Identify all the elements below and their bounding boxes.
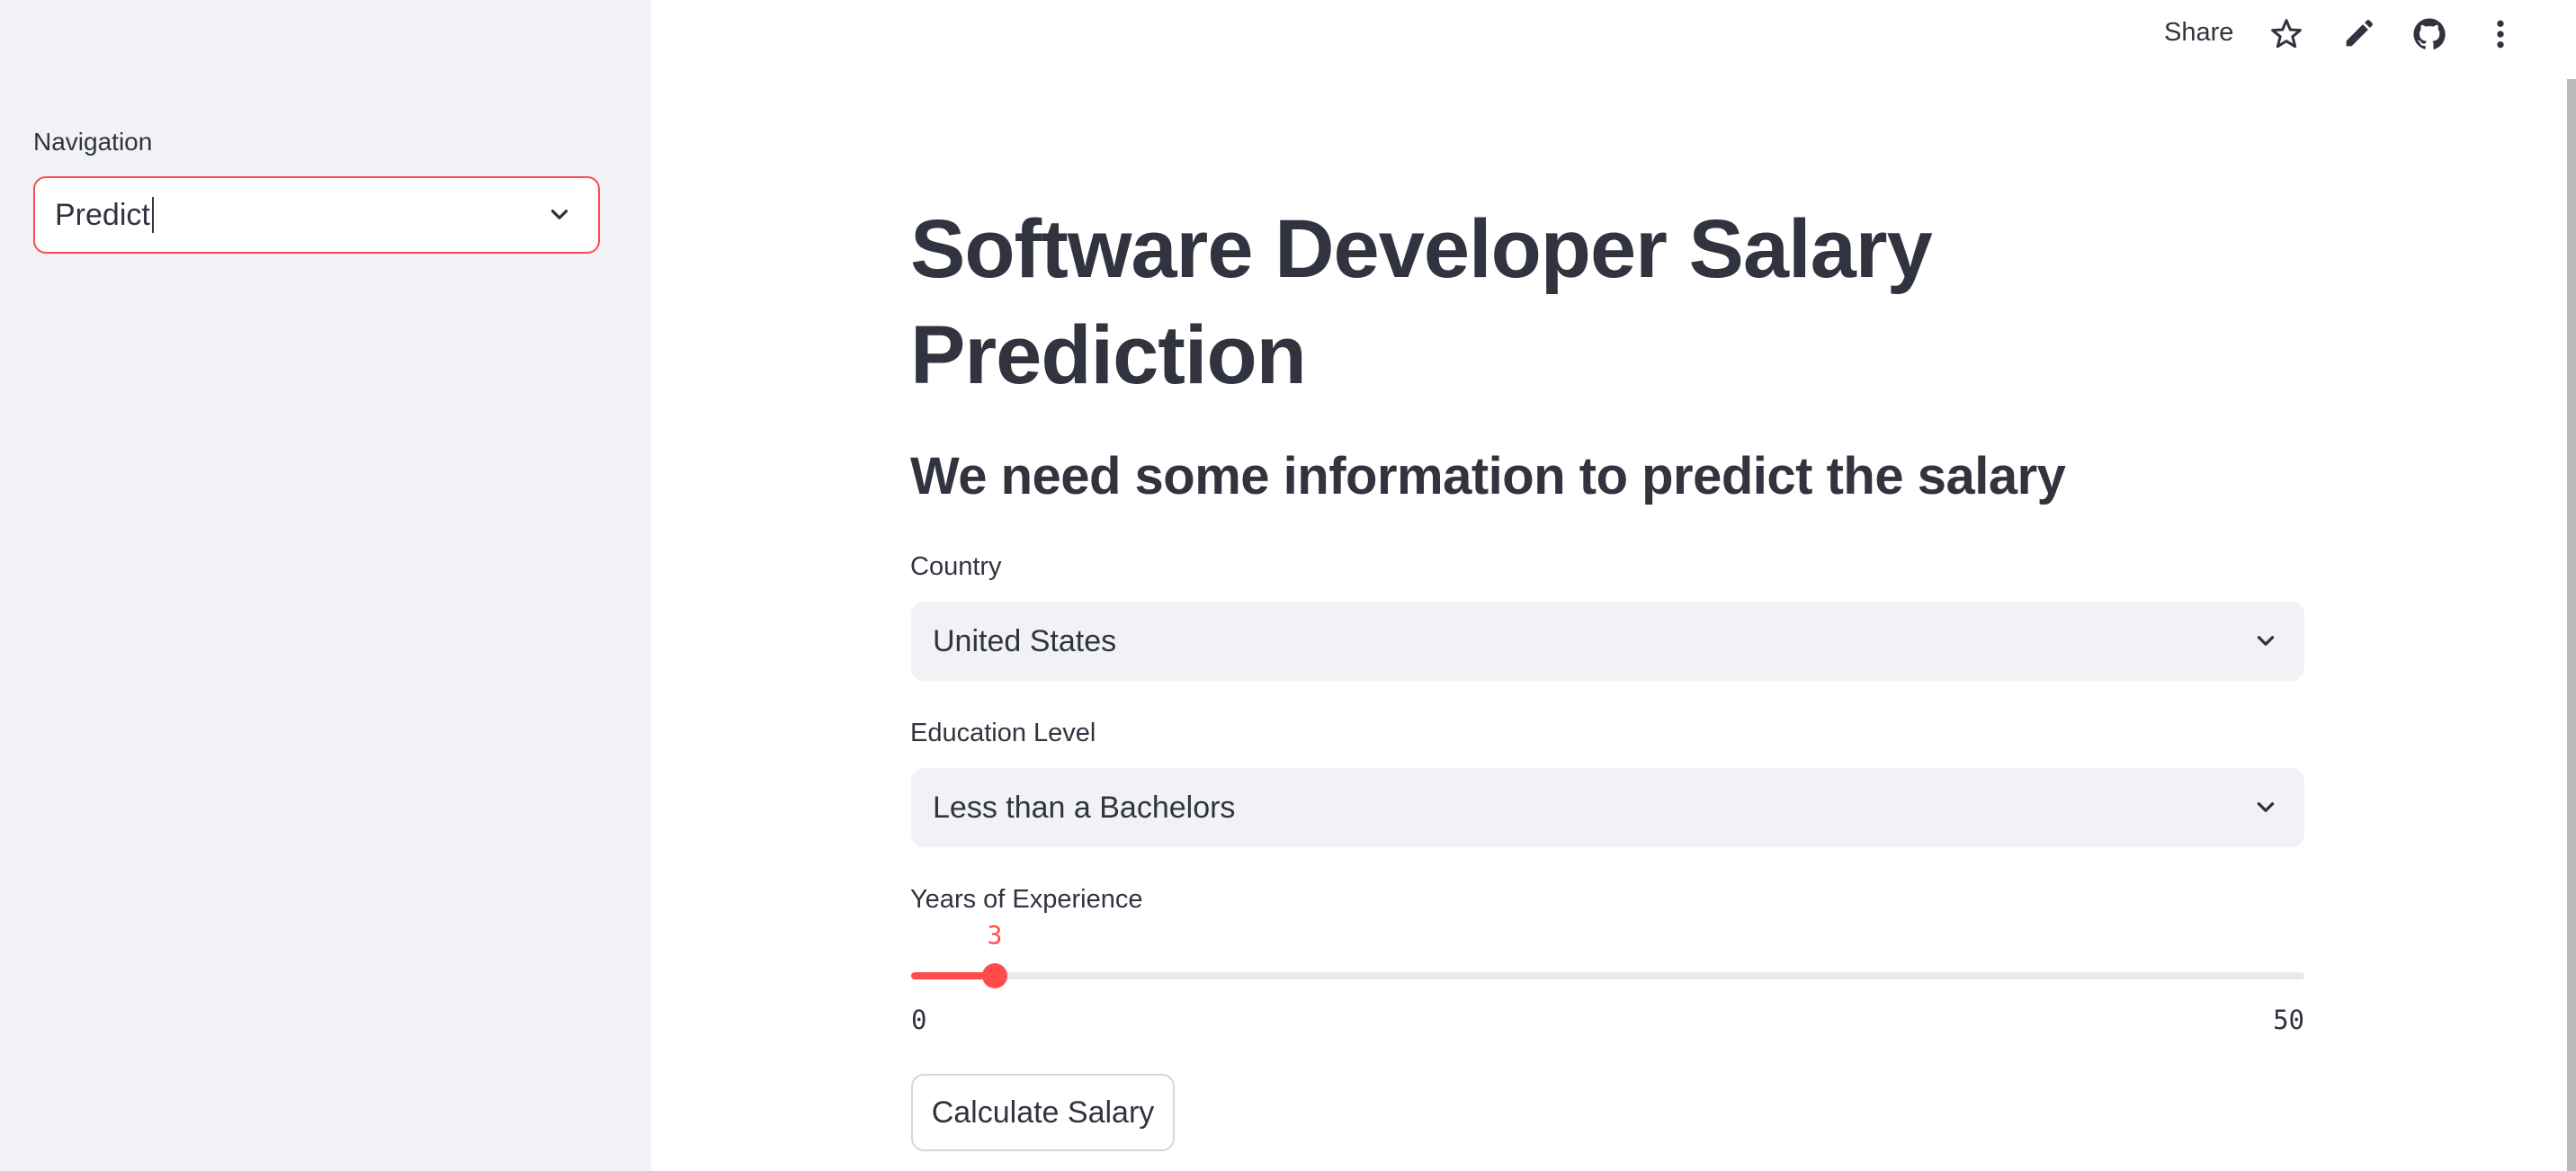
chevron-down-icon [2257, 802, 2275, 812]
chevron-down-icon [550, 210, 568, 219]
education-level-select-value: Less than a Bachelors [933, 790, 1236, 825]
star-icon[interactable] [2268, 16, 2304, 52]
slider-max-label: 50 [2273, 1005, 2304, 1035]
slider-min-label: 0 [911, 1005, 927, 1035]
page-title: Software Developer Salary Prediction [910, 203, 1933, 401]
page-subtitle: We need some information to predict the … [910, 447, 2066, 505]
country-select[interactable]: United States [911, 602, 2304, 681]
navigation-label: Navigation [33, 128, 153, 156]
education-level-select[interactable]: Less than a Bachelors [911, 768, 2304, 847]
chevron-down-icon [2257, 636, 2275, 646]
education-level-label: Education Level [910, 719, 1096, 747]
sidebar: Navigation Predict [0, 0, 651, 1171]
scrollbar[interactable] [2567, 79, 2576, 1171]
slider-thumb[interactable] [981, 963, 1007, 988]
app-root: Navigation Predict Share Software Develo… [0, 0, 2576, 1171]
slider-current-value: 3 [987, 920, 1003, 950]
country-select-value: United States [933, 623, 1117, 658]
pencil-icon[interactable] [2340, 16, 2376, 52]
years-experience-slider[interactable]: 3 [911, 920, 2304, 988]
navigation-select[interactable]: Predict [33, 176, 600, 254]
more-vert-icon[interactable] [2482, 16, 2518, 52]
text-cursor [151, 197, 154, 233]
github-icon[interactable] [2411, 16, 2447, 52]
share-button[interactable]: Share [2164, 18, 2233, 48]
navigation-select-value: Predict [55, 197, 150, 232]
country-label: Country [910, 552, 1002, 581]
years-experience-label: Years of Experience [910, 885, 1143, 914]
calculate-salary-button[interactable]: Calculate Salary [911, 1074, 1175, 1151]
